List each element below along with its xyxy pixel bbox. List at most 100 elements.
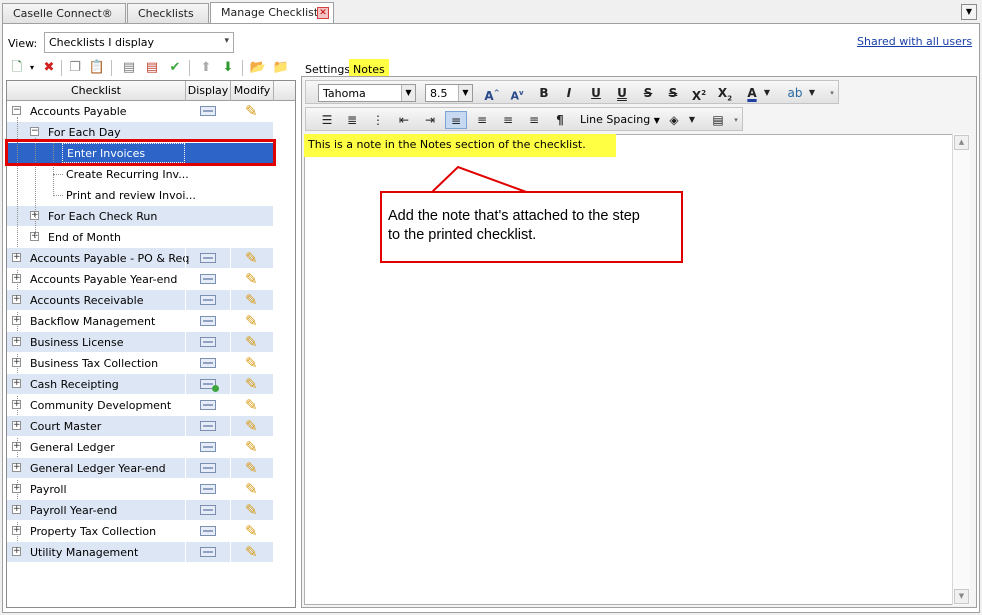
tree-row-checklist[interactable]: + Cash Receipting ✎: [7, 374, 273, 395]
paragraph-marks-icon[interactable]: ¶: [549, 111, 571, 129]
scroll-down-icon[interactable]: ▼: [954, 589, 969, 604]
justify-icon[interactable]: ≡: [523, 111, 545, 129]
tree-row-end-of-month[interactable]: + End of Month: [7, 227, 273, 248]
display-icon[interactable]: [200, 295, 216, 305]
shared-with-all-users-link[interactable]: Shared with all users: [857, 35, 972, 48]
expand-icon[interactable]: +: [12, 547, 21, 556]
tab-stops-icon[interactable]: ▤: [707, 111, 729, 129]
chevron-down-icon[interactable]: ▼: [761, 84, 773, 102]
display-icon[interactable]: [200, 379, 219, 392]
scroll-up-icon[interactable]: ▲: [954, 135, 969, 150]
move-down-icon[interactable]: ⬇: [219, 59, 237, 77]
display-icon[interactable]: [200, 421, 216, 431]
pencil-icon[interactable]: ✎: [245, 501, 258, 519]
expand-icon[interactable]: +: [12, 400, 21, 409]
display-icon[interactable]: [200, 484, 216, 494]
tree-row-checklist[interactable]: + Accounts Payable - PO & Req ✎: [7, 248, 273, 269]
pencil-icon[interactable]: ✎: [245, 480, 258, 498]
numbered-list-icon[interactable]: ≣: [341, 111, 363, 129]
tab-checklists[interactable]: Checklists: [127, 3, 209, 23]
pencil-icon[interactable]: ✎: [245, 249, 258, 267]
display-icon[interactable]: [200, 253, 216, 263]
display-icon[interactable]: [200, 547, 216, 557]
collapse-icon[interactable]: −: [30, 127, 39, 136]
pencil-icon[interactable]: ✎: [245, 333, 258, 351]
expand-icon[interactable]: +: [12, 526, 21, 535]
fill-color-icon[interactable]: ◈: [663, 111, 685, 129]
pencil-icon[interactable]: ✎: [245, 459, 258, 477]
display-icon[interactable]: [200, 505, 216, 515]
hide-display-icon[interactable]: ▤: [143, 59, 161, 77]
pencil-icon[interactable]: ✎: [245, 312, 258, 330]
folder-up-icon[interactable]: 📁: [272, 59, 290, 77]
multilevel-list-icon[interactable]: ⋮: [367, 111, 389, 129]
expand-icon[interactable]: +: [12, 295, 21, 304]
copy-icon[interactable]: ❐: [66, 59, 84, 77]
paste-icon[interactable]: 📋: [88, 59, 106, 77]
toolbar-overflow-icon[interactable]: ▾: [827, 84, 837, 102]
expand-icon[interactable]: +: [12, 442, 21, 451]
display-icon[interactable]: [200, 442, 216, 452]
column-header-checklist[interactable]: Checklist: [7, 81, 186, 101]
expand-icon[interactable]: +: [12, 379, 21, 388]
chevron-down-icon[interactable]: ▾: [23, 59, 41, 77]
display-icon[interactable]: [200, 358, 216, 368]
tab-caselle-connect[interactable]: Caselle Connect®: [2, 3, 126, 23]
italic-icon[interactable]: I: [558, 84, 580, 102]
highlight-color-icon[interactable]: ab: [784, 84, 806, 102]
expand-icon[interactable]: +: [12, 274, 21, 283]
collapse-icon[interactable]: −: [12, 106, 21, 115]
subscript-icon[interactable]: X2: [714, 84, 736, 102]
tree-row-checklist[interactable]: + Accounts Receivable ✎: [7, 290, 273, 311]
expand-icon[interactable]: +: [12, 421, 21, 430]
expand-icon[interactable]: +: [12, 253, 21, 262]
expand-icon[interactable]: +: [12, 463, 21, 472]
tree-row-checklist[interactable]: + General Ledger Year-end ✎: [7, 458, 273, 479]
pencil-icon[interactable]: ✎: [245, 102, 258, 120]
double-underline-icon[interactable]: U: [611, 84, 633, 102]
display-icon[interactable]: [200, 106, 216, 116]
expand-icon[interactable]: +: [12, 316, 21, 325]
tree-row-checklist[interactable]: + Property Tax Collection ✎: [7, 521, 273, 542]
tree-row-checklist[interactable]: + Business Tax Collection ✎: [7, 353, 273, 374]
folder-open-icon[interactable]: 📂: [249, 59, 267, 77]
font-color-icon[interactable]: A: [741, 84, 763, 102]
pencil-icon[interactable]: ✎: [245, 522, 258, 540]
tree-row-checklist[interactable]: + General Ledger ✎: [7, 437, 273, 458]
delete-icon[interactable]: ✖: [40, 59, 58, 77]
tree-row-accounts-payable[interactable]: − Accounts Payable ✎: [7, 101, 273, 122]
align-left-icon[interactable]: ≡: [445, 111, 467, 129]
shrink-font-icon[interactable]: Av: [506, 84, 528, 103]
tree-row-checklist[interactable]: + Court Master ✎: [7, 416, 273, 437]
editor-scrollbar[interactable]: ▲ ▼: [952, 134, 970, 605]
tree-row-checklist[interactable]: + Backflow Management ✎: [7, 311, 273, 332]
move-up-icon[interactable]: ⬆: [197, 59, 215, 77]
pencil-icon[interactable]: ✎: [245, 543, 258, 561]
increase-indent-icon[interactable]: ⇥: [419, 111, 441, 129]
bold-icon[interactable]: B: [533, 84, 555, 102]
note-text[interactable]: This is a note in the Notes section of t…: [304, 134, 616, 157]
tree-row-checklist[interactable]: + Payroll Year-end ✎: [7, 500, 273, 521]
pencil-icon[interactable]: ✎: [245, 270, 258, 288]
display-icon[interactable]: [200, 316, 216, 326]
expand-icon[interactable]: +: [12, 358, 21, 367]
chevron-down-icon[interactable]: ▼: [686, 111, 698, 129]
font-family-select[interactable]: Tahoma ▼: [318, 84, 416, 102]
pencil-icon[interactable]: ✎: [245, 291, 258, 309]
tree-row-create-recurring-invoices[interactable]: Create Recurring Inv...: [7, 164, 273, 185]
bullet-list-icon[interactable]: ☰: [316, 111, 338, 129]
display-icon[interactable]: [200, 274, 216, 284]
align-center-icon[interactable]: ≡: [471, 111, 493, 129]
expand-icon[interactable]: +: [12, 505, 21, 514]
align-right-icon[interactable]: ≡: [497, 111, 519, 129]
expand-icon[interactable]: +: [12, 337, 21, 346]
tree-row-checklist[interactable]: + Community Development ✎: [7, 395, 273, 416]
decrease-indent-icon[interactable]: ⇤: [393, 111, 415, 129]
column-header-modify[interactable]: Modify: [231, 81, 274, 101]
tab-manage-checklists[interactable]: Manage Checklists ✕: [210, 2, 334, 24]
superscript-icon[interactable]: X2: [688, 84, 710, 103]
chevron-down-icon[interactable]: ▼: [806, 84, 818, 102]
pencil-icon[interactable]: ✎: [245, 375, 258, 393]
tab-menu-button[interactable]: ▼: [961, 4, 977, 20]
tree-row-checklist[interactable]: + Payroll ✎: [7, 479, 273, 500]
